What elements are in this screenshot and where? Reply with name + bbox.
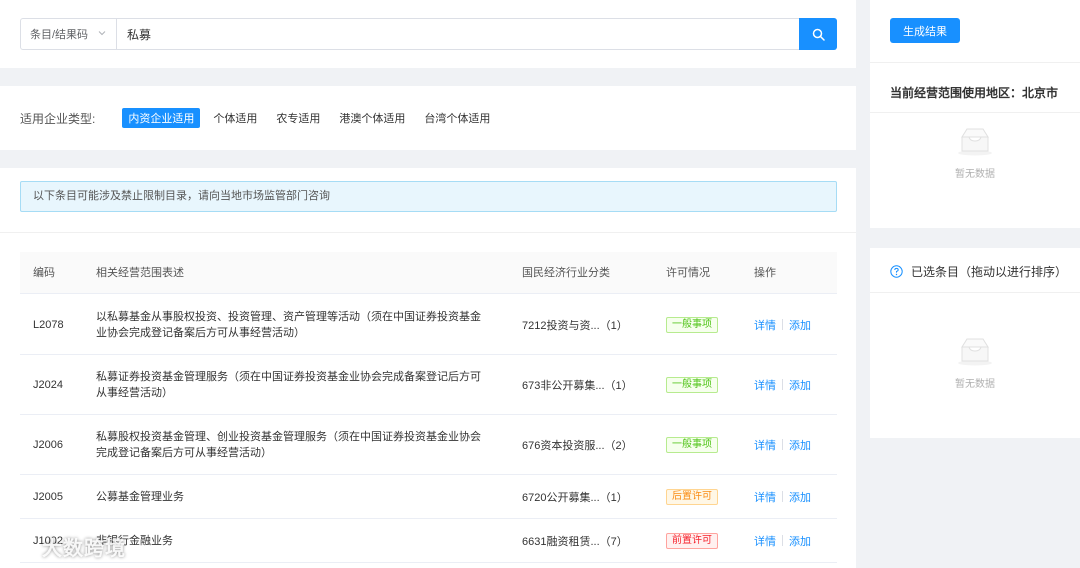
row-industry: 676资本投资服...（2） (522, 439, 633, 452)
row-license: 一般事项 (666, 415, 718, 474)
selected-items-panel: 已选条目（拖动以进行排序） 暂无数据 (870, 248, 1080, 438)
column-header-industry: 国民经济行业分类 (522, 267, 610, 279)
watermark-logo-icon (7, 534, 35, 558)
row-actions: 详情 添加 (754, 519, 811, 562)
row-code: J2006 (33, 438, 63, 451)
column-header-license: 许可情况 (666, 267, 710, 279)
watermark-text: 大数跨境 (42, 538, 126, 560)
add-link[interactable]: 添加 (789, 437, 811, 453)
search-bar: 条目/结果码 (20, 18, 837, 50)
license-tag: 前置许可 (666, 532, 718, 549)
detail-link[interactable]: 详情 (754, 437, 776, 453)
divider (782, 535, 783, 546)
row-code: J2005 (33, 490, 63, 503)
row-actions: 详情 添加 (754, 415, 811, 474)
result-panel: 生成结果 当前经营范围使用地区：北京市 暂无数据 (870, 0, 1080, 228)
add-link[interactable]: 添加 (789, 533, 811, 549)
table-row: J1002 非银行金融业务 6631融资租赁...（7） 前置许可 详情 添加 (20, 519, 837, 563)
row-description: 非银行金融业务 (96, 534, 173, 547)
row-code: J2024 (33, 378, 63, 391)
company-type-card: 适用企业类型: 内资企业适用 个体适用 农专适用 港澳个体适用 台湾个体适用 (0, 86, 856, 150)
empty-text: 暂无数据 (955, 169, 995, 180)
row-license: 一般事项 (666, 355, 718, 414)
divider (782, 379, 783, 390)
column-header-code: 编码 (33, 267, 55, 279)
search-type-select[interactable]: 条目/结果码 (21, 19, 117, 49)
divider (0, 232, 856, 233)
table-row: J2006 私募股权投资基金管理、创业投资基金管理服务（须在中国证券投资基金业协… (20, 415, 837, 475)
empty-state: 暂无数据 (870, 336, 1080, 390)
company-type-label: 适用企业类型: (20, 111, 96, 126)
divider (870, 292, 1080, 293)
detail-link[interactable]: 详情 (754, 377, 776, 393)
divider (782, 319, 783, 330)
type-option-hk-macau[interactable]: 港澳个体适用 (333, 108, 411, 128)
row-description: 以私募基金从事股权投资、投资管理、资产管理等活动（须在中国证券投资基金业协会完成… (96, 310, 481, 339)
row-industry: 6631融资租赁...（7） (522, 535, 628, 548)
row-license: 一般事项 (666, 295, 718, 354)
divider (782, 439, 783, 450)
type-option-farmer-coop[interactable]: 农专适用 (270, 108, 326, 128)
add-link[interactable]: 添加 (789, 377, 811, 393)
add-link[interactable]: 添加 (789, 317, 811, 333)
row-actions: 详情 添加 (754, 295, 811, 354)
restriction-notice: 以下条目可能涉及禁止限制目录，请向当地市场监管部门咨询 (20, 181, 837, 212)
row-industry: 6720公开募集...（1） (522, 491, 628, 504)
row-license: 后置许可 (666, 475, 718, 518)
type-option-domestic[interactable]: 内资企业适用 (122, 108, 201, 128)
search-icon (812, 28, 825, 41)
chevron-down-icon (98, 31, 106, 36)
type-option-individual[interactable]: 个体适用 (207, 108, 263, 128)
divider (782, 491, 783, 502)
search-card: 条目/结果码 (0, 0, 856, 68)
row-industry: 673非公开募集...（1） (522, 379, 633, 392)
row-description: 私募证券投资基金管理服务（须在中国证券投资基金业协会完成备案登记后方可从事经营活… (96, 370, 481, 399)
empty-box-icon (958, 338, 992, 366)
table-row: L2078 以私募基金从事股权投资、投资管理、资产管理等活动（须在中国证券投资基… (20, 295, 837, 355)
row-description: 公募基金管理业务 (96, 490, 184, 503)
row-code: L2078 (33, 318, 64, 331)
divider (870, 112, 1080, 113)
empty-state: 暂无数据 (870, 126, 1080, 180)
detail-link[interactable]: 详情 (754, 533, 776, 549)
table-row: J2024 私募证券投资基金管理服务（须在中国证券投资基金业协会完成备案登记后方… (20, 355, 837, 415)
divider (870, 62, 1080, 63)
column-header-description: 相关经营范围表述 (96, 267, 184, 279)
column-header-actions: 操作 (754, 267, 776, 279)
results-card: 以下条目可能涉及禁止限制目录，请向当地市场监管部门咨询 编码 相关经营范围表述 … (0, 168, 856, 568)
selected-items-header: 已选条目（拖动以进行排序） (890, 263, 1067, 280)
license-tag: 一般事项 (666, 376, 718, 393)
region-label: 当前经营范围使用地区：北京市 (890, 86, 1059, 100)
search-button[interactable] (799, 18, 837, 50)
row-license: 前置许可 (666, 519, 718, 562)
empty-text: 暂无数据 (955, 379, 995, 390)
search-type-value: 条目/结果码 (30, 29, 89, 41)
license-tag: 一般事项 (666, 436, 718, 453)
selected-items-title: 已选条目（拖动以进行排序） (911, 265, 1068, 279)
license-tag: 后置许可 (666, 488, 718, 505)
table-row: J2005 公募基金管理业务 6720公开募集...（1） 后置许可 详情 添加 (20, 475, 837, 519)
generate-result-button[interactable]: 生成结果 (890, 18, 960, 43)
question-circle-icon[interactable] (890, 265, 903, 278)
detail-link[interactable]: 详情 (754, 489, 776, 505)
watermark: 大数跨境 (6, 532, 126, 561)
row-description: 私募股权投资基金管理、创业投资基金管理服务（须在中国证券投资基金业协会完成登记备… (96, 430, 481, 459)
row-actions: 详情 添加 (754, 355, 811, 414)
row-industry: 7212投资与资...（1） (522, 319, 628, 332)
type-option-taiwan[interactable]: 台湾个体适用 (418, 108, 496, 128)
search-input[interactable] (117, 19, 799, 49)
company-type-row: 适用企业类型: 内资企业适用 个体适用 农专适用 港澳个体适用 台湾个体适用 (20, 108, 503, 128)
add-link[interactable]: 添加 (789, 489, 811, 505)
empty-box-icon (958, 128, 992, 156)
detail-link[interactable]: 详情 (754, 317, 776, 333)
table-header: 编码 相关经营范围表述 国民经济行业分类 许可情况 操作 (20, 252, 837, 294)
license-tag: 一般事项 (666, 316, 718, 333)
row-actions: 详情 添加 (754, 475, 811, 518)
